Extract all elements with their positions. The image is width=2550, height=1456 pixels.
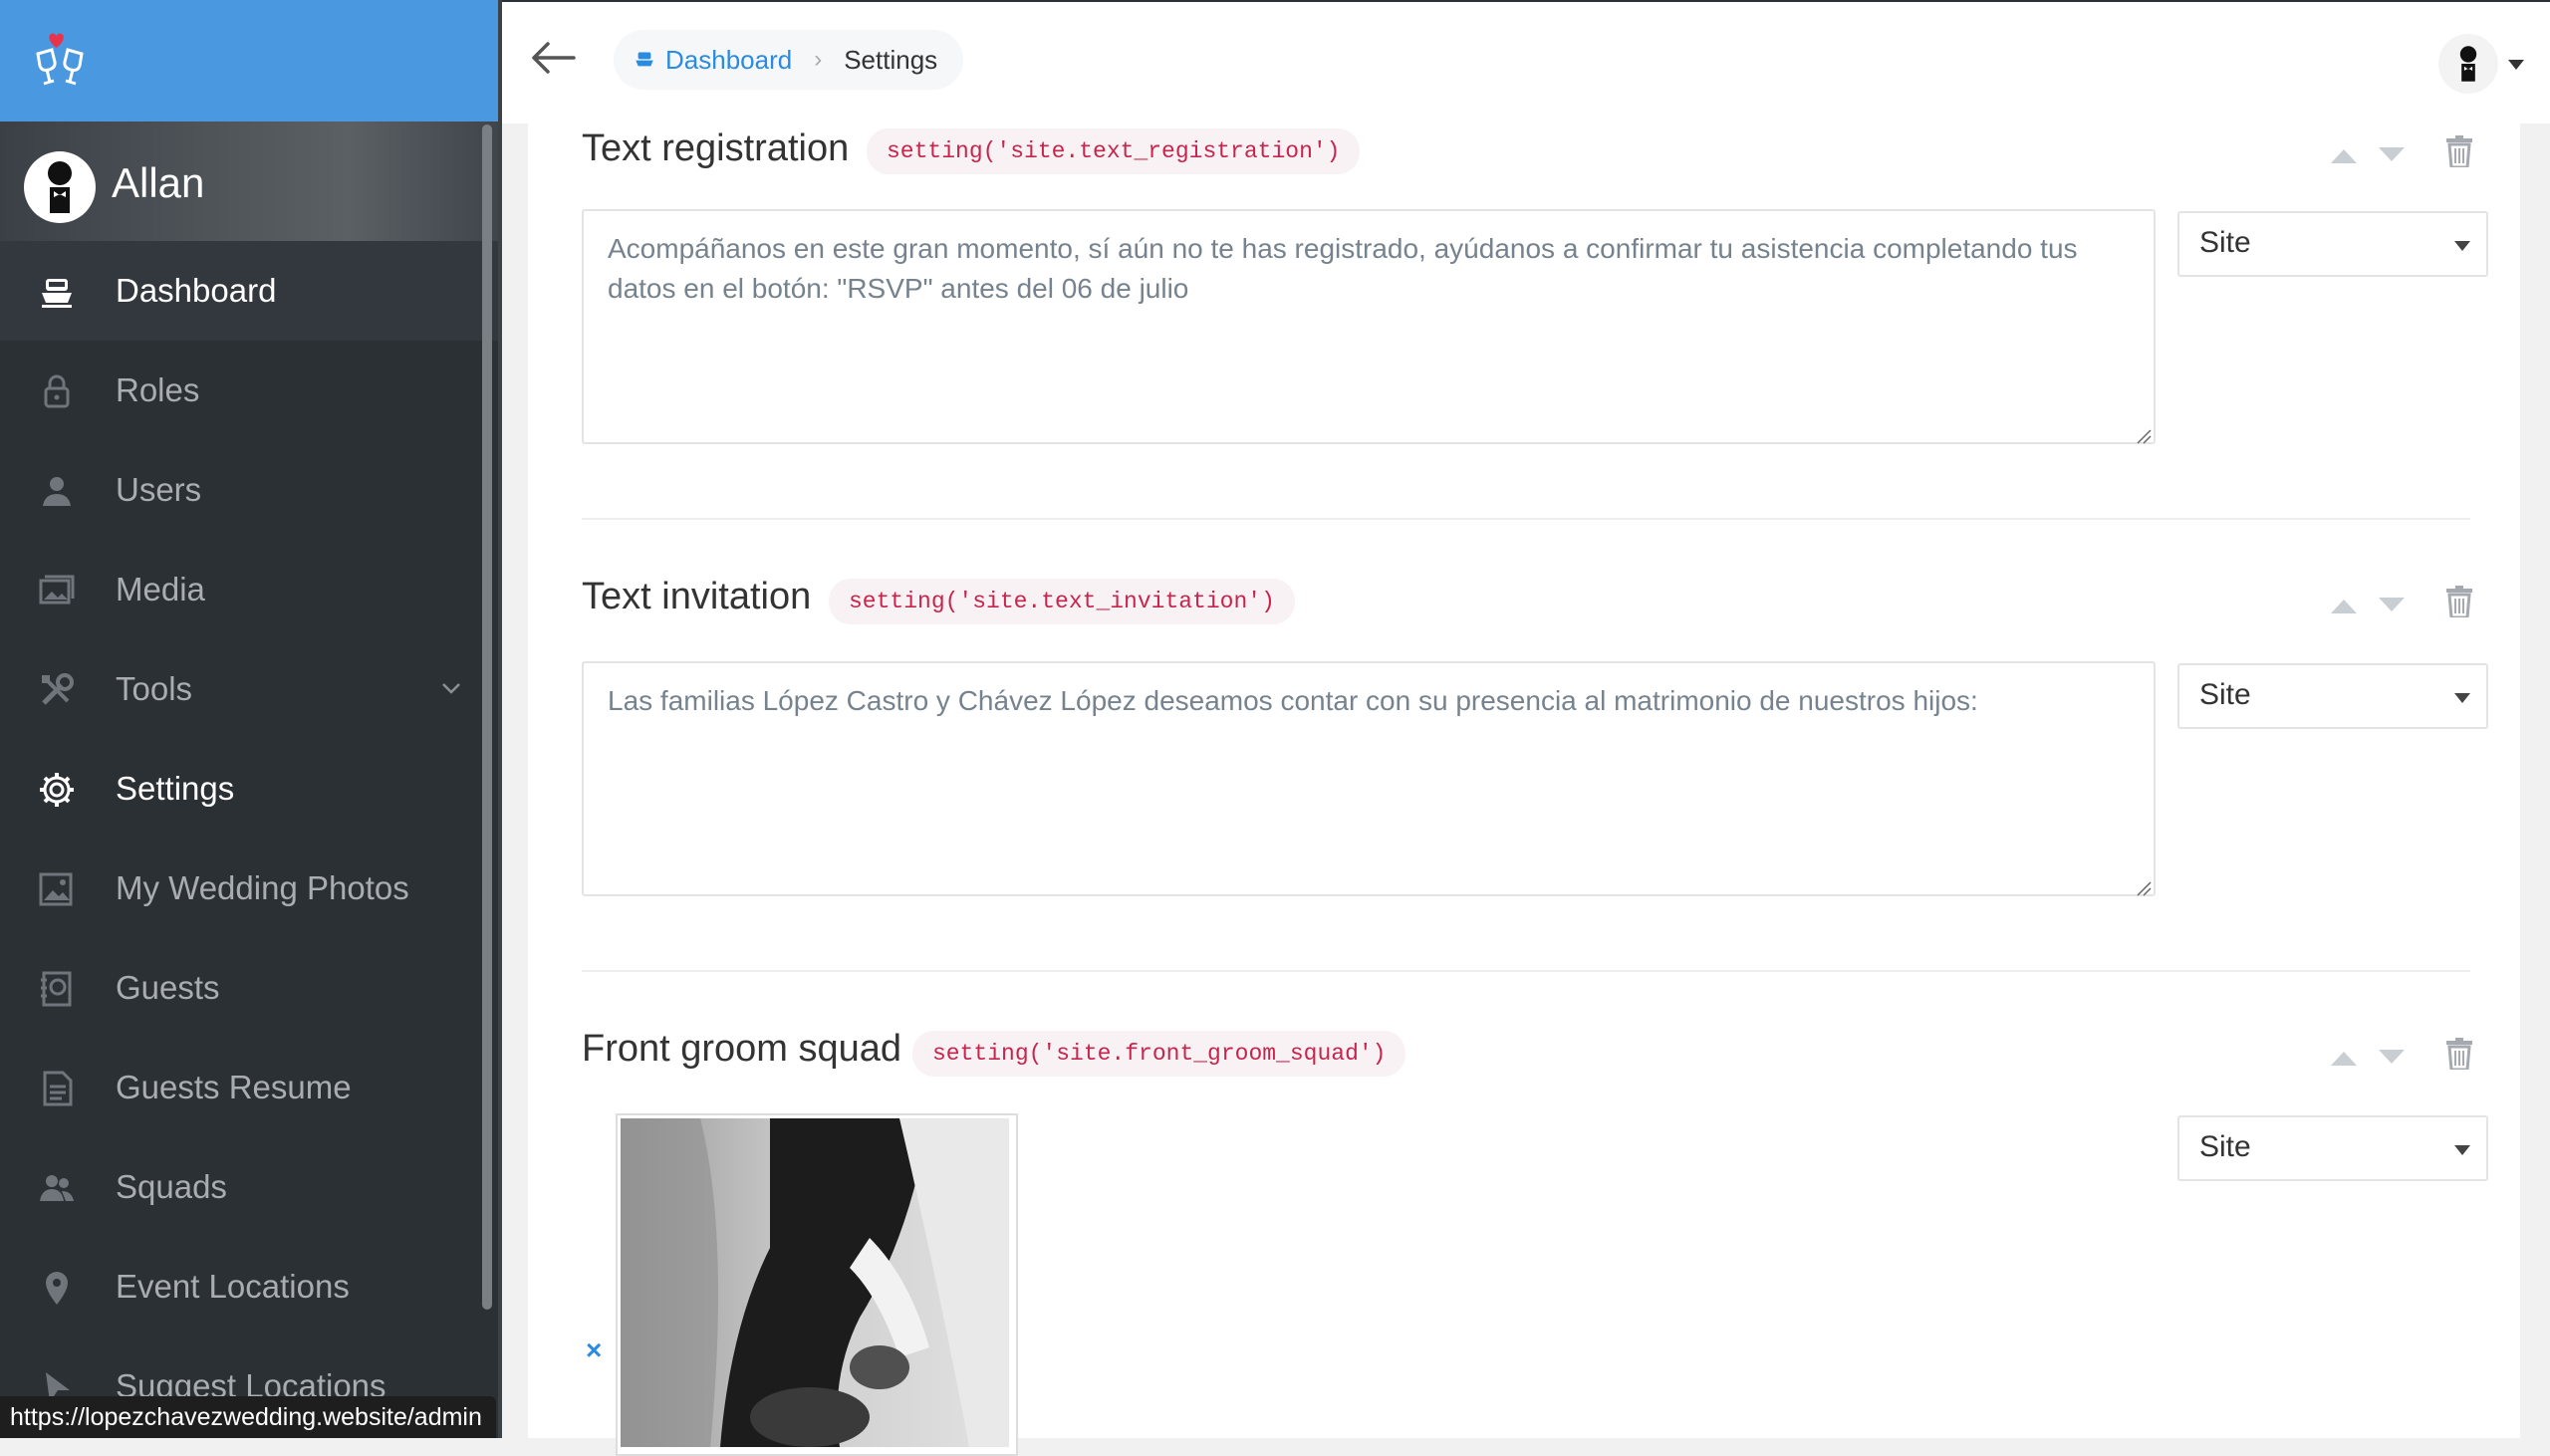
divider (582, 518, 2470, 520)
sidebar-item-my-wedding-photos[interactable]: My Wedding Photos (0, 839, 498, 938)
browser-status-url: https://lopezchavezwedding.website/admin (0, 1396, 496, 1438)
move-down-icon[interactable] (2379, 598, 2405, 613)
lock-icon (44, 374, 70, 408)
sidebar-item-label: Dashboard (116, 272, 277, 309)
user-menu[interactable] (2434, 30, 2524, 100)
sidebar-item-media[interactable]: Media (0, 540, 498, 639)
setting-group-select[interactable]: Site (2177, 663, 2488, 729)
wedding-toast-logo-icon[interactable] (30, 32, 90, 92)
back-arrow-icon[interactable] (528, 38, 578, 78)
caret-down-icon (2454, 1145, 2470, 1155)
groom-avatar-icon (48, 161, 72, 213)
sidebar-item-label: Settings (116, 770, 235, 807)
boat-icon (636, 52, 653, 67)
sidebar-item-label: Guests (116, 969, 220, 1006)
remove-image-button[interactable]: × (586, 1335, 602, 1366)
groom-photo-image (621, 1118, 1009, 1447)
tools-icon (42, 673, 74, 705)
breadcrumb-dashboard-label: Dashboard (665, 44, 793, 75)
move-up-icon[interactable] (2331, 1050, 2357, 1066)
people-icon (40, 1175, 74, 1201)
images-icon (39, 575, 75, 605)
breadcrumb-separator-icon: › (814, 46, 823, 73)
sidebar-item-label: Guests Resume (116, 1069, 352, 1105)
setting-value-textarea[interactable]: Las familias López Castro y Chávez López… (582, 661, 2156, 896)
sidebar-item-dashboard[interactable]: Dashboard (0, 241, 498, 341)
setting-group-value: Site (2199, 1130, 2251, 1163)
sidebar-item-label: My Wedding Photos (116, 869, 409, 906)
sidebar-item-settings[interactable]: Settings (0, 739, 498, 839)
resize-grip-icon[interactable] (2136, 880, 2152, 896)
photo-icon (39, 872, 73, 906)
move-up-icon[interactable] (2331, 598, 2357, 613)
setting-group-select[interactable]: Site (2177, 211, 2488, 277)
avatar[interactable] (24, 151, 96, 223)
caret-down-icon (2454, 693, 2470, 703)
setting-group-value: Site (2199, 678, 2251, 711)
setting-value-textarea[interactable]: Acompáñanos en este gran momento, sí aún… (582, 209, 2156, 444)
setting-key-code: setting('site.text_registration') (867, 128, 1361, 174)
divider (582, 970, 2470, 972)
breadcrumb-current: Settings (844, 44, 938, 75)
sidebar-item-squads[interactable]: Squads (0, 1137, 498, 1237)
caret-down-icon (2454, 241, 2470, 251)
sidebar-item-label: Roles (116, 371, 200, 408)
user-avatar[interactable] (2438, 34, 2498, 94)
sidebar-item-tools[interactable]: Tools (0, 639, 498, 739)
sidebar-edge (498, 0, 502, 1438)
sidebar-item-label: Media (116, 571, 205, 607)
sidebar-item-label: Users (116, 471, 202, 508)
trash-icon[interactable] (2446, 135, 2472, 167)
sidebar-item-label: Squads (116, 1168, 227, 1205)
sidebar-item-guests-resume[interactable]: Guests Resume (0, 1038, 498, 1137)
sidebar-item-event-locations[interactable]: Event Locations (0, 1237, 498, 1336)
move-down-icon[interactable] (2379, 147, 2405, 163)
caret-down-icon[interactable] (2508, 60, 2524, 70)
sidebar-item-label: Tools (116, 670, 193, 707)
trash-icon[interactable] (2446, 586, 2472, 617)
move-up-icon[interactable] (2331, 147, 2357, 163)
brand-header[interactable] (0, 0, 498, 121)
sidebar: Allan Dashboard Roles Users Media Tools … (0, 0, 498, 1438)
sidebar-item-users[interactable]: Users (0, 440, 498, 540)
setting-title: Text invitation (582, 576, 812, 617)
chevron-down-icon[interactable] (440, 677, 462, 699)
resize-grip-icon[interactable] (2136, 428, 2152, 444)
setting-key-code: setting('site.front_groom_squad') (912, 1031, 1406, 1077)
sidebar-item-roles[interactable]: Roles (0, 341, 498, 440)
trash-icon[interactable] (2446, 1038, 2472, 1070)
setting-group-select[interactable]: Site (2177, 1115, 2488, 1181)
sidebar-item-label: Event Locations (116, 1268, 350, 1305)
setting-title: Front groom squad (582, 1028, 902, 1070)
location-icon (46, 1272, 68, 1305)
image-thumbnail[interactable] (616, 1113, 1018, 1456)
sidebar-nav: Dashboard Roles Users Media Tools Settin… (0, 241, 498, 1436)
groom-avatar-icon (2459, 46, 2477, 82)
profile-name: Allan (112, 159, 205, 206)
setting-title: Text registration (582, 127, 850, 169)
breadcrumb: Dashboard › Settings (614, 30, 964, 90)
setting-key-code: setting('site.text_invitation') (829, 579, 1295, 624)
book-icon (41, 971, 72, 1007)
sidebar-scrollbar[interactable] (482, 124, 492, 1310)
person-icon (43, 477, 71, 506)
document-icon (43, 1071, 73, 1106)
sidebar-item-guests[interactable]: Guests (0, 938, 498, 1038)
setting-group-value: Site (2199, 226, 2251, 259)
breadcrumb-dashboard-link[interactable]: Dashboard (634, 45, 792, 76)
boat-icon (42, 279, 72, 308)
move-down-icon[interactable] (2379, 1050, 2405, 1066)
gear-icon (40, 773, 74, 807)
